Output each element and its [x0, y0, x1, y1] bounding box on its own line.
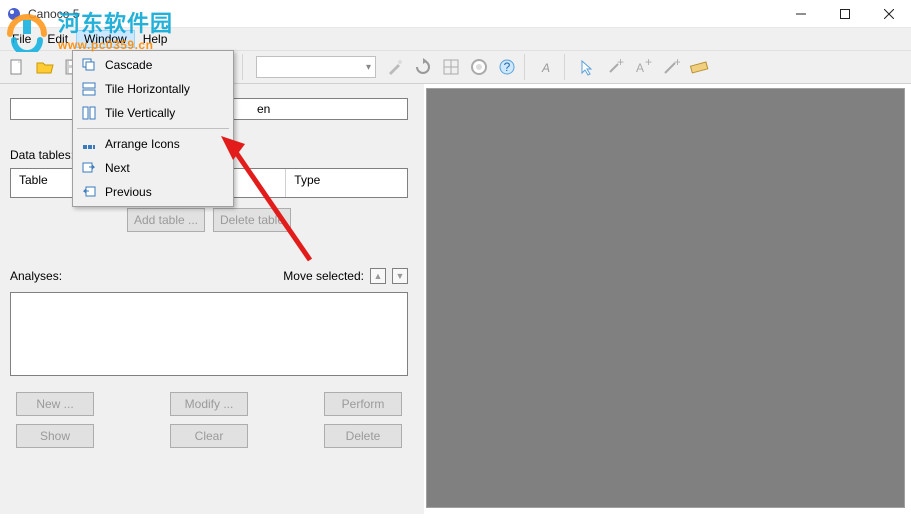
- ruler-icon[interactable]: [686, 54, 712, 80]
- arrange-icons-icon: [81, 136, 97, 152]
- cascade-icon: [81, 57, 97, 73]
- menu-label: Next: [105, 161, 130, 175]
- next-icon: [81, 160, 97, 176]
- tile-horizontal-icon: [81, 81, 97, 97]
- svg-text:?: ?: [504, 60, 511, 74]
- move-down-button[interactable]: ▼: [392, 268, 408, 284]
- move-selected-label: Move selected:: [283, 269, 364, 283]
- menu-next[interactable]: Next: [75, 156, 231, 180]
- help-icon[interactable]: ?: [494, 54, 520, 80]
- menu-bar: File Edit Window Help: [0, 28, 911, 50]
- menu-tile-vertically[interactable]: Tile Vertically: [75, 101, 231, 125]
- toolbar-separator: [242, 54, 248, 80]
- analyses-label: Analyses:: [10, 269, 62, 283]
- toolbar-separator: [564, 54, 570, 80]
- menu-separator: [77, 128, 229, 129]
- grid-icon[interactable]: [438, 54, 464, 80]
- svg-text:+: +: [645, 58, 652, 69]
- line-plus-icon[interactable]: +: [658, 54, 684, 80]
- menu-arrange-icons[interactable]: Arrange Icons: [75, 132, 231, 156]
- menu-edit[interactable]: Edit: [39, 30, 76, 48]
- add-table-button[interactable]: Add table ...: [127, 208, 205, 232]
- svg-text:+: +: [674, 58, 680, 69]
- menu-cascade[interactable]: Cascade: [75, 53, 231, 77]
- mdi-workspace: [426, 88, 905, 508]
- window-title: Canoco 5: [28, 7, 779, 21]
- app-icon: [6, 6, 22, 22]
- modify-analysis-button[interactable]: Modify ...: [170, 392, 248, 416]
- wand-plus-icon[interactable]: +: [602, 54, 628, 80]
- menu-label: Tile Vertically: [105, 106, 175, 120]
- window-menu-dropdown: Cascade Tile Horizontally Tile Verticall…: [72, 50, 234, 207]
- tile-vertical-icon: [81, 105, 97, 121]
- perform-analysis-button[interactable]: Perform: [324, 392, 402, 416]
- delete-table-button[interactable]: Delete table: [213, 208, 291, 232]
- menu-label: Tile Horizontally: [105, 82, 190, 96]
- minimize-button[interactable]: [779, 0, 823, 28]
- title-bar: Canoco 5: [0, 0, 911, 28]
- move-up-button[interactable]: ▲: [370, 268, 386, 284]
- menu-previous[interactable]: Previous: [75, 180, 231, 204]
- previous-icon: [81, 184, 97, 200]
- delete-analysis-button[interactable]: Delete: [324, 424, 402, 448]
- new-file-icon[interactable]: [4, 54, 30, 80]
- open-folder-icon[interactable]: [32, 54, 58, 80]
- pointer-icon[interactable]: [574, 54, 600, 80]
- menu-window[interactable]: Window: [76, 30, 135, 48]
- svg-text:A: A: [636, 61, 644, 75]
- analyses-list[interactable]: [10, 292, 408, 376]
- menu-label: Previous: [105, 185, 152, 199]
- splitter[interactable]: [418, 84, 424, 514]
- col-type[interactable]: Type: [286, 169, 407, 197]
- clear-analysis-button[interactable]: Clear: [170, 424, 248, 448]
- wizard-icon[interactable]: [382, 54, 408, 80]
- refresh-icon[interactable]: [410, 54, 436, 80]
- field-value-text: en: [257, 102, 270, 116]
- chevron-down-icon: ▾: [366, 62, 371, 73]
- menu-label: Cascade: [105, 58, 152, 72]
- text-plus-icon[interactable]: A+: [630, 54, 656, 80]
- menu-label: Arrange Icons: [105, 137, 180, 151]
- svg-text:A: A: [541, 61, 550, 75]
- svg-text:+: +: [617, 58, 624, 69]
- menu-tile-horizontally[interactable]: Tile Horizontally: [75, 77, 231, 101]
- menu-file[interactable]: File: [4, 30, 39, 48]
- show-analysis-button[interactable]: Show: [16, 424, 94, 448]
- close-button[interactable]: [867, 0, 911, 28]
- text-tool-icon[interactable]: A: [534, 54, 560, 80]
- toolbar-combo[interactable]: ▾: [256, 56, 376, 78]
- lifebuoy-icon[interactable]: [466, 54, 492, 80]
- toolbar-separator: [524, 54, 530, 80]
- menu-help[interactable]: Help: [135, 30, 176, 48]
- maximize-button[interactable]: [823, 0, 867, 28]
- new-analysis-button[interactable]: New ...: [16, 392, 94, 416]
